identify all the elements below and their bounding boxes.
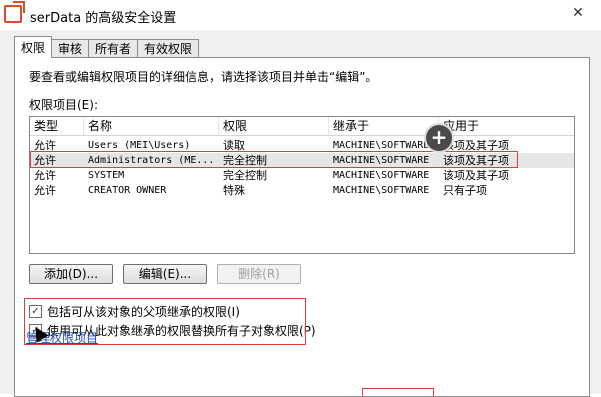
cell-type: 允许: [34, 139, 56, 152]
cell-type: 允许: [34, 154, 56, 167]
column-inherited-from[interactable]: 继承于: [329, 117, 439, 135]
cell-name: Administrators (ME...: [88, 155, 215, 166]
tab-permissions[interactable]: 权限: [14, 36, 53, 58]
cell-inherited-from: MACHINE\SOFTWARE: [333, 185, 430, 196]
title-bar: serData 的高级安全设置 ✕: [0, 0, 601, 31]
window-title: serData 的高级安全设置: [30, 11, 177, 26]
column-name[interactable]: 名称: [84, 117, 219, 135]
remove-button[interactable]: 删除(R): [217, 264, 301, 284]
permission-entries-list[interactable]: 类型 名称 权限 继承于 应用于 允许 Users (MEI\Users) 读取…: [29, 116, 575, 254]
table-row[interactable]: 允许 Users (MEI\Users) 读取 MACHINE\SOFTWARE…: [30, 138, 574, 153]
add-button[interactable]: 添加(D)...: [29, 264, 113, 284]
app-icon: [4, 5, 22, 23]
cell-permission: 完全控制: [223, 169, 267, 182]
tab-strip: 权限 审核 所有者 有效权限: [14, 36, 200, 58]
column-permission[interactable]: 权限: [219, 117, 329, 135]
cell-permission: 读取: [223, 139, 245, 152]
cell-inherited-from: MACHINE\SOFTWARE: [333, 155, 430, 166]
cell-applies-to: 该项及其子项: [443, 139, 509, 152]
list-header: 类型 名称 权限 继承于 应用于: [30, 117, 574, 136]
cell-type: 允许: [34, 184, 56, 197]
permissions-panel: 要查看或编辑权限项目的详细信息，请选择该项目并单击“编辑”。 权限项目(E): …: [14, 57, 590, 397]
table-row[interactable]: 允许 SYSTEM 完全控制 MACHINE\SOFTWARE 该项及其子项: [30, 168, 574, 183]
entries-label: 权限项目(E):: [29, 98, 98, 112]
column-type[interactable]: 类型: [30, 117, 84, 135]
tab-owner[interactable]: 所有者: [88, 39, 139, 57]
plus-icon: +: [426, 125, 452, 151]
cell-inherited-from: MACHINE\SOFTWARE: [333, 170, 430, 181]
cell-name: Users (MEI\Users): [88, 140, 191, 151]
cell-applies-to: 只有子项: [443, 184, 487, 197]
instruction-text: 要查看或编辑权限项目的详细信息，请选择该项目并单击“编辑”。: [29, 70, 378, 84]
table-row[interactable]: 允许 CREATOR OWNER 特殊 MACHINE\SOFTWARE 只有子…: [30, 183, 574, 198]
edit-button[interactable]: 编辑(E)...: [123, 264, 207, 284]
cell-permission: 特殊: [223, 184, 245, 197]
tab-auditing[interactable]: 审核: [51, 39, 90, 57]
ok-button-highlight: [362, 388, 434, 396]
cell-inherited-from: MACHINE\SOFTWARE: [333, 140, 430, 151]
cell-name: SYSTEM: [88, 170, 125, 181]
column-applies-to[interactable]: 应用于: [439, 117, 574, 135]
close-button[interactable]: ✕: [563, 3, 593, 23]
table-row[interactable]: 允许 Administrators (ME... 完全控制 MACHINE\SO…: [30, 153, 574, 168]
cell-applies-to: 该项及其子项: [443, 154, 509, 167]
cell-type: 允许: [34, 169, 56, 182]
cell-permission: 完全控制: [223, 154, 267, 167]
cell-name: CREATOR OWNER: [88, 185, 167, 196]
cell-applies-to: 该项及其子项: [443, 169, 509, 182]
tab-effective-permissions[interactable]: 有效权限: [137, 39, 200, 57]
